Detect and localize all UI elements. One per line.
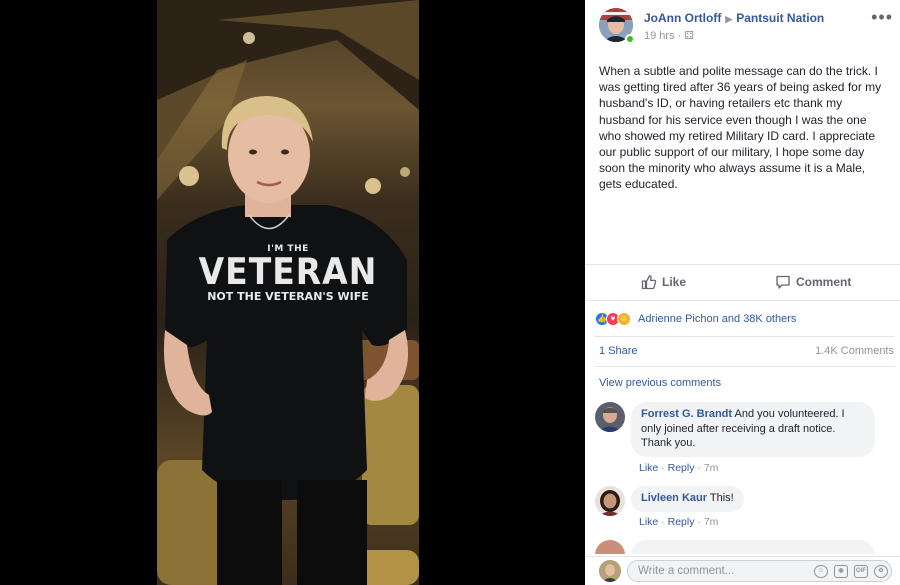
comment-bubble: Forrest G. Brandt And you volunteered. I… [631, 402, 875, 457]
commenter-avatar[interactable] [595, 402, 625, 432]
comment-reply-link[interactable]: Reply [668, 516, 695, 528]
reactions-summary[interactable]: 👍 ♥ ☺ Adrienne Pichon and 38K others [595, 310, 895, 328]
post-side-panel: JoAnn Ortloff ▶ Pantsuit Nation 19 hrs · ⚃… [585, 0, 900, 585]
comment-item-partial [595, 540, 895, 554]
comment-meta: Like · Reply · 7m [639, 462, 719, 474]
like-button[interactable]: Like [641, 274, 686, 290]
post-photo[interactable]: I'M THE VETERAN NOT THE VETERAN'S WIFE [157, 0, 419, 585]
post-timestamp[interactable]: 19 hrs [644, 30, 675, 42]
comment-button-label: Comment [796, 275, 852, 289]
comment-like-link[interactable]: Like [639, 462, 658, 474]
post-meta: 19 hrs · ⚃ [644, 29, 694, 42]
sticker-icon[interactable]: ✿ [874, 565, 888, 578]
comment-bubble [631, 540, 875, 554]
shirt-text-headline: VETERAN [198, 250, 378, 293]
group-privacy-icon: ⚃ [684, 30, 694, 42]
current-user-avatar [599, 560, 621, 582]
reactions-text: Adrienne Pichon and 38K others [638, 313, 797, 325]
author-name-link[interactable]: JoAnn Ortloff [644, 11, 721, 25]
commenter-avatar[interactable] [595, 540, 625, 554]
camera-icon[interactable]: ◉ [834, 565, 848, 578]
divider [595, 336, 895, 337]
group-name-link[interactable]: Pantsuit Nation [736, 11, 824, 25]
avatar-image [595, 486, 625, 516]
post-header: JoAnn Ortloff ▶ Pantsuit Nation 19 hrs · ⚃… [599, 8, 892, 48]
comment-like-link[interactable]: Like [639, 516, 658, 528]
online-status-dot [625, 34, 635, 44]
commenter-name-link[interactable]: Forrest G. Brandt [641, 408, 732, 420]
commenter-name-link[interactable]: Livleen Kaur [641, 492, 707, 504]
arrow-right-icon: ▶ [725, 14, 733, 24]
comment-time[interactable]: 7m [704, 462, 719, 474]
commenter-avatar[interactable] [595, 486, 625, 516]
comment-reply-link[interactable]: Reply [668, 462, 695, 474]
post-author-line: JoAnn Ortloff ▶ Pantsuit Nation [644, 11, 824, 25]
comment-meta: Like · Reply · 7m [639, 516, 719, 528]
gif-icon[interactable]: GIF [854, 565, 868, 578]
comment-text: This! [709, 492, 734, 504]
comment-composer: ☺ ◉ GIF ✿ [585, 556, 900, 585]
comments-count[interactable]: 1.4K Comments [815, 345, 894, 357]
thumbs-up-icon [641, 275, 657, 290]
photo-viewer: I'M THE VETERAN NOT THE VETERAN'S WIFE J… [0, 0, 900, 585]
comment-bubble: Livleen Kaur This! [631, 486, 744, 512]
more-options-icon[interactable]: ••• [871, 8, 893, 26]
like-button-label: Like [662, 275, 687, 289]
post-actions-bar: Like Comment [585, 264, 900, 301]
avatar-image [599, 560, 621, 582]
divider [595, 366, 895, 367]
post-body-text: When a subtle and polite message can do … [599, 64, 882, 192]
haha-reaction-icon: ☺ [617, 312, 631, 326]
emoji-icon[interactable]: ☺ [814, 565, 828, 578]
composer-icons: ☺ ◉ GIF ✿ [814, 565, 888, 578]
photo-pane: I'M THE VETERAN NOT THE VETERAN'S WIFE [0, 0, 585, 585]
meta-separator: · [674, 30, 685, 42]
comment-time[interactable]: 7m [704, 516, 719, 528]
comment-button[interactable]: Comment [775, 274, 851, 290]
view-previous-comments-link[interactable]: View previous comments [599, 377, 721, 389]
speech-bubble-icon [776, 275, 790, 289]
avatar-image [595, 402, 625, 432]
shares-count[interactable]: 1 Share [599, 345, 638, 357]
shirt-text-subline: NOT THE VETERAN'S WIFE [207, 290, 369, 303]
